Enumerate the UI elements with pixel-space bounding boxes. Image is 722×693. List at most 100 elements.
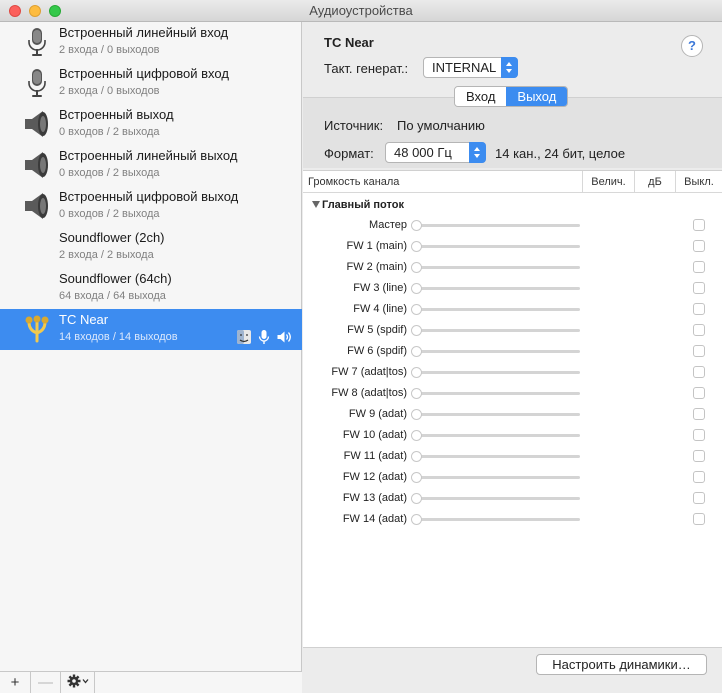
device-item-tc-near[interactable]: TC Near 14 входов / 14 выходов <box>0 309 302 350</box>
popup-arrows-icon <box>501 57 518 78</box>
device-name: Встроенный линейный вход <box>59 25 229 40</box>
speaker-icon <box>22 191 52 221</box>
tab-output[interactable]: Выход <box>506 87 568 106</box>
channel-mute-checkbox[interactable] <box>693 345 705 357</box>
channel-mute-checkbox[interactable] <box>693 450 705 462</box>
channel-mute-checkbox[interactable] <box>693 387 705 399</box>
slider-knob[interactable] <box>411 472 422 483</box>
channel-volume-slider[interactable] <box>411 367 580 378</box>
channel-label: FW 6 (spdif) <box>347 345 407 357</box>
channel-row: FW 10 (adat) <box>303 425 722 446</box>
channel-volume-table: Громкость канала Велич. дБ Выкл. Главный… <box>303 170 722 648</box>
device-item-builtin-output[interactable]: Встроенный выход 0 входов / 2 выхода <box>0 104 302 145</box>
channel-mute-checkbox[interactable] <box>693 219 705 231</box>
device-list: Встроенный линейный вход 2 входа / 0 вых… <box>0 22 302 693</box>
device-io: 14 входов / 14 выходов <box>59 331 178 343</box>
device-item-builtin-line-out[interactable]: Встроенный линейный выход 0 входов / 2 в… <box>0 145 302 186</box>
channel-volume-slider[interactable] <box>411 472 580 483</box>
device-io: 2 входа / 2 выхода <box>59 249 154 261</box>
channel-mute-checkbox[interactable] <box>693 366 705 378</box>
format-value: 48 000 Гц <box>394 145 452 160</box>
device-item-builtin-digital-in[interactable]: Встроенный цифровой вход 2 входа / 0 вых… <box>0 63 302 104</box>
device-item-soundflower-2ch[interactable]: Soundflower (2ch) 2 входа / 2 выхода <box>0 227 302 268</box>
device-name: Soundflower (2ch) <box>59 230 165 245</box>
speaker-icon <box>276 329 292 345</box>
channel-volume-slider[interactable] <box>411 283 580 294</box>
device-io: 2 входа / 0 выходов <box>59 85 160 97</box>
microphone-icon <box>22 27 52 57</box>
slider-knob[interactable] <box>411 493 422 504</box>
slider-knob[interactable] <box>411 409 422 420</box>
slider-knob[interactable] <box>411 514 422 525</box>
channel-volume-slider[interactable] <box>411 346 580 357</box>
slider-knob[interactable] <box>411 388 422 399</box>
channel-mute-checkbox[interactable] <box>693 261 705 273</box>
channel-volume-slider[interactable] <box>411 493 580 504</box>
slider-knob[interactable] <box>411 262 422 273</box>
channel-label: FW 11 (adat) <box>343 450 407 462</box>
column-header-mute[interactable]: Выкл. <box>675 171 722 193</box>
slider-knob[interactable] <box>411 283 422 294</box>
disclosure-triangle-icon <box>312 201 320 208</box>
channel-mute-checkbox[interactable] <box>693 324 705 336</box>
channel-mute-checkbox[interactable] <box>693 240 705 252</box>
slider-knob[interactable] <box>411 220 422 231</box>
microphone-icon <box>256 329 272 345</box>
channel-row: FW 8 (adat|tos) <box>303 383 722 404</box>
channel-mute-checkbox[interactable] <box>693 429 705 441</box>
speaker-icon <box>22 109 52 139</box>
configure-speakers-button[interactable]: Настроить динамики… <box>536 654 707 675</box>
device-item-builtin-line-in[interactable]: Встроенный линейный вход 2 входа / 0 вых… <box>0 22 302 63</box>
slider-knob[interactable] <box>411 451 422 462</box>
group-main-stream[interactable]: Главный поток <box>312 199 404 211</box>
channel-volume-slider[interactable] <box>411 262 580 273</box>
channel-volume-slider[interactable] <box>411 514 580 525</box>
slider-knob[interactable] <box>411 346 422 357</box>
remove-device-button[interactable]: — <box>31 672 61 693</box>
tab-input[interactable]: Вход <box>455 87 507 106</box>
channel-mute-checkbox[interactable] <box>693 303 705 315</box>
channel-label: FW 4 (line) <box>353 303 407 315</box>
help-button[interactable]: ? <box>681 35 703 57</box>
channel-volume-slider[interactable] <box>411 451 580 462</box>
channel-mute-checkbox[interactable] <box>693 492 705 504</box>
channel-volume-slider[interactable] <box>411 409 580 420</box>
channel-mute-checkbox[interactable] <box>693 471 705 483</box>
device-name: Встроенный линейный выход <box>59 148 238 163</box>
column-header-db[interactable]: дБ <box>634 171 675 193</box>
channel-volume-slider[interactable] <box>411 241 580 252</box>
slider-knob[interactable] <box>411 367 422 378</box>
device-name: Встроенный выход <box>59 107 174 122</box>
column-header-volume[interactable]: Громкость канала <box>303 171 582 193</box>
device-item-builtin-digital-out[interactable]: Встроенный цифровой выход 0 входов / 2 в… <box>0 186 302 227</box>
device-title: TC Near <box>324 35 374 50</box>
device-actions-button[interactable] <box>61 672 95 693</box>
channel-mute-checkbox[interactable] <box>693 513 705 525</box>
channel-volume-slider[interactable] <box>411 430 580 441</box>
clock-source-label: Такт. генерат.: <box>324 61 409 76</box>
format-description: 14 кан., 24 бит, целое <box>495 146 626 161</box>
column-header-value[interactable]: Велич. <box>582 171 634 193</box>
device-item-soundflower-64ch[interactable]: Soundflower (64ch) 64 входа / 64 выхода <box>0 268 302 309</box>
add-device-button[interactable]: + <box>0 672 31 693</box>
channel-volume-slider[interactable] <box>411 388 580 399</box>
channel-label: FW 10 (adat) <box>342 429 407 441</box>
slider-knob[interactable] <box>411 304 422 315</box>
slider-knob[interactable] <box>411 430 422 441</box>
channel-volume-slider[interactable] <box>411 304 580 315</box>
slider-knob[interactable] <box>411 241 422 252</box>
device-name: TC Near <box>59 312 109 327</box>
channel-row: FW 13 (adat) <box>303 488 722 509</box>
channel-volume-slider[interactable] <box>411 220 580 231</box>
channel-mute-checkbox[interactable] <box>693 408 705 420</box>
slider-knob[interactable] <box>411 325 422 336</box>
channel-row: FW 2 (main) <box>303 257 722 278</box>
format-popup[interactable]: 48 000 Гц <box>385 142 486 163</box>
channel-label: FW 3 (line) <box>353 282 407 294</box>
clock-source-popup[interactable]: INTERNAL <box>423 57 518 78</box>
channel-volume-slider[interactable] <box>411 325 580 336</box>
channel-row: FW 7 (adat|tos) <box>303 362 722 383</box>
channel-row: FW 6 (spdif) <box>303 341 722 362</box>
channel-mute-checkbox[interactable] <box>693 282 705 294</box>
clock-source-value: INTERNAL <box>432 60 497 75</box>
